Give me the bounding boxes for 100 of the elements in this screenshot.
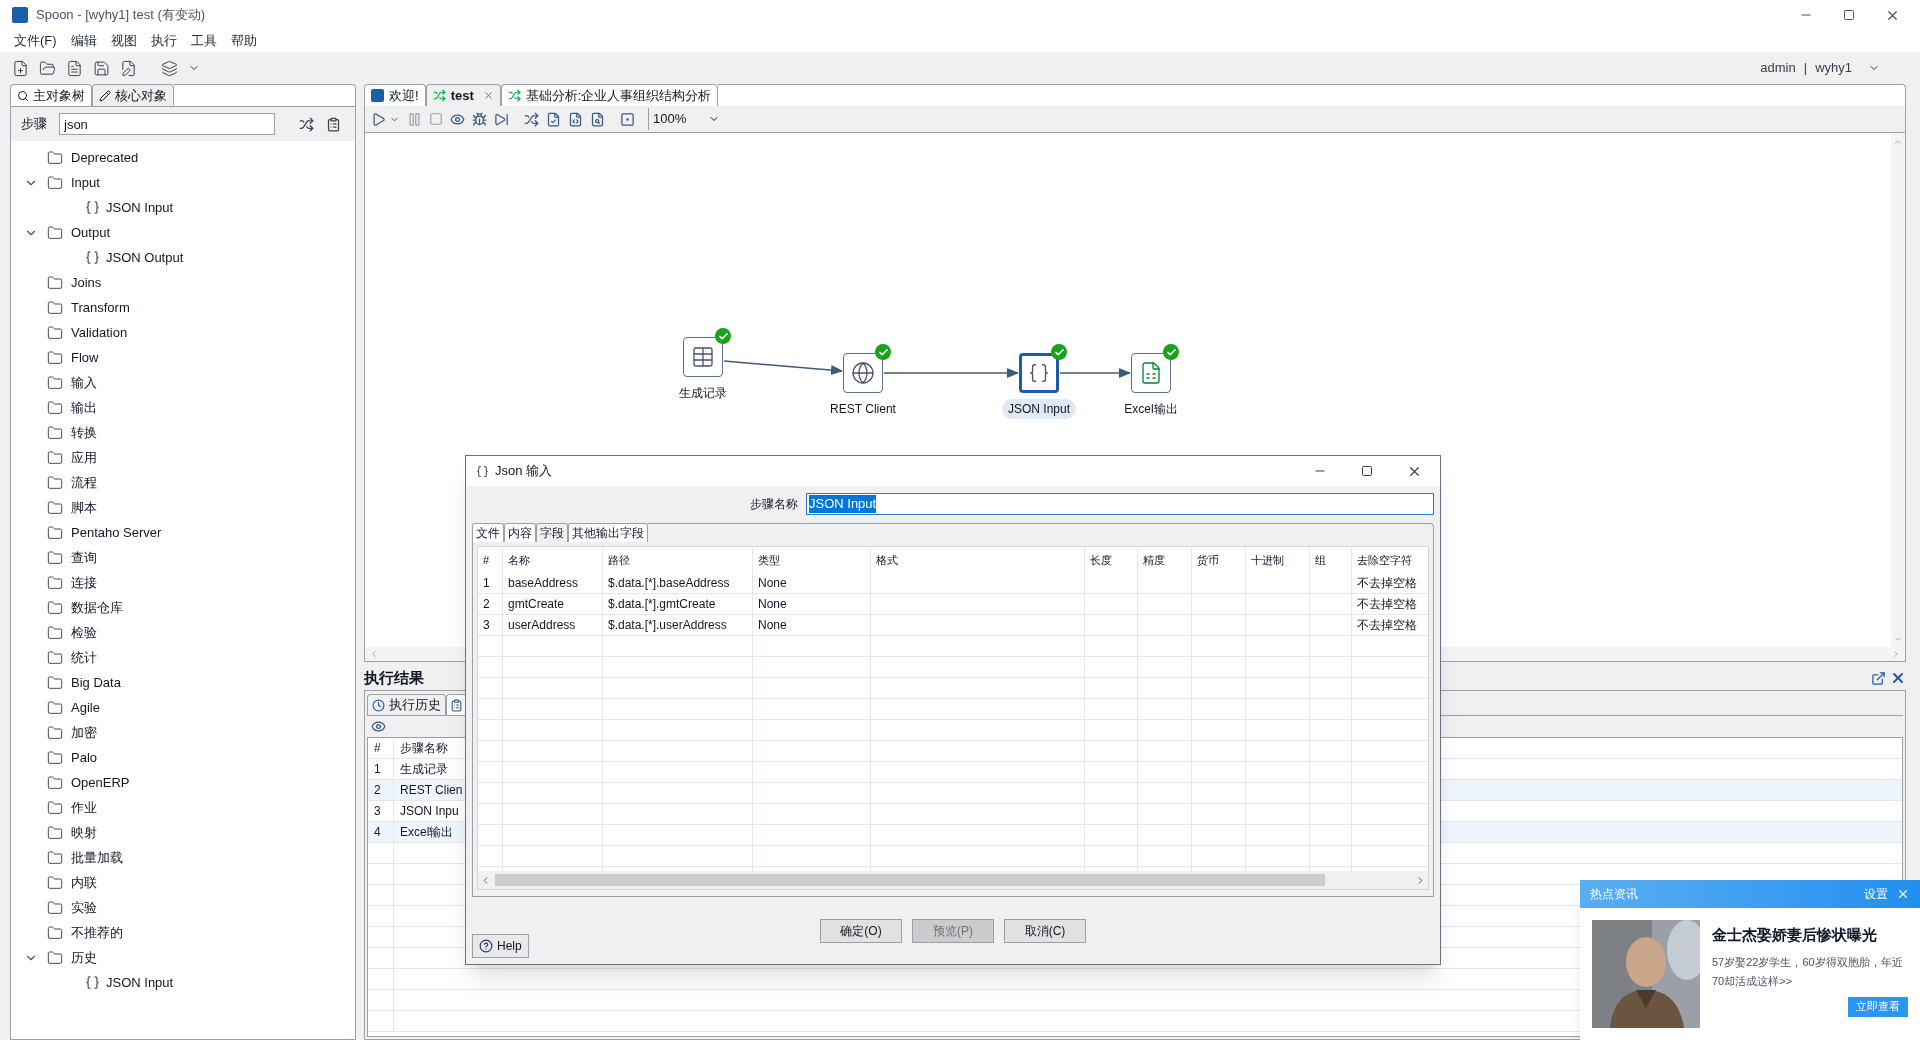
tree-item[interactable]: 作业 [71,797,97,818]
tree-item[interactable]: 连接 [71,572,97,593]
tree-item[interactable]: Output [71,222,111,243]
explore-db-icon[interactable] [590,111,605,127]
menu-item[interactable]: 帮助 [230,31,257,51]
dialog-button[interactable]: 确定(O) [820,918,902,943]
dialog-button[interactable]: 取消(C) [1004,918,1086,943]
scrollbar-thumb[interactable] [495,874,1325,886]
tree-item[interactable]: 历史 [71,947,97,968]
layers-icon[interactable] [161,59,178,77]
step-name-field[interactable]: JSON Input [806,493,1434,515]
tree-item[interactable]: 输出 [71,397,97,418]
tree-item[interactable]: 实验 [71,897,97,918]
folder-icon [47,824,63,841]
preview-icon[interactable] [371,719,386,734]
replay-icon[interactable] [494,111,509,127]
step-node[interactable] [1019,353,1059,393]
tree-item[interactable]: JSON Output [106,247,184,268]
maximize-panel-icon[interactable] [1871,670,1886,686]
menu-item[interactable]: 工具 [190,31,217,51]
horizontal-scrollbar[interactable] [478,871,1428,889]
verify-icon[interactable] [524,111,539,127]
globe-icon [851,361,875,385]
expand-tree-icon[interactable] [299,116,314,132]
tree-item[interactable]: 流程 [71,472,97,493]
tree-item[interactable]: 统计 [71,647,97,668]
step-label: Excel输出 [1123,401,1179,418]
impact-icon[interactable] [546,111,561,127]
tree-item[interactable]: Pentaho Server [71,522,162,543]
zoom-dropdown[interactable]: 100% [648,108,724,130]
close-panel-icon[interactable] [1890,670,1906,686]
step-icon [476,464,489,478]
maximize-icon[interactable] [1843,9,1855,21]
tree-item[interactable]: 转换 [71,422,97,443]
editor-tab[interactable]: 基础分析:企业人事组织结构分析 [500,84,719,106]
editor-tab[interactable]: 欢迎! [364,84,426,106]
sql-icon[interactable] [568,111,583,127]
results-tab[interactable] [446,694,467,715]
new-file-icon[interactable] [12,59,29,77]
run-icon[interactable] [371,111,386,127]
tree-item[interactable]: 不推荐的 [71,922,123,943]
tree-item[interactable]: 内联 [71,872,97,893]
maximize-icon[interactable] [1361,465,1373,477]
tree-item[interactable]: 脚本 [71,497,97,518]
editor-tab[interactable]: test [425,84,501,106]
tree-item[interactable]: 数据仓库 [71,597,123,618]
menu-item[interactable]: 文件(F) [14,31,57,51]
column-header: 十进制 [1246,547,1310,573]
search-field[interactable]: json [59,113,275,135]
tree-item[interactable]: 应用 [71,447,97,468]
separator-text: | [1803,59,1808,78]
menu-item[interactable]: 编辑 [70,31,97,51]
debug-icon[interactable] [472,111,487,127]
collapse-tree-icon[interactable] [326,116,341,132]
tree-item[interactable]: 批量加载 [71,847,123,868]
folder-icon [47,274,63,291]
column-header: 去除空字符 [1352,547,1428,573]
menu-item[interactable]: 视图 [110,31,137,51]
tree-item[interactable]: Transform [71,297,130,318]
help-button[interactable]: Help [472,934,529,958]
step-node[interactable] [683,337,723,377]
tree-item[interactable]: Deprecated [71,147,139,168]
tree-item[interactable]: 映射 [71,822,97,843]
save-icon[interactable] [93,59,110,77]
preview-icon[interactable] [450,111,465,127]
headline[interactable]: 金士杰娶娇妻后惨状曝光 [1712,924,1908,947]
dialog-tab[interactable]: 字段 [536,523,568,542]
tree-item[interactable]: 输入 [71,372,97,393]
save-as-icon[interactable] [120,59,137,77]
tree-item[interactable]: 查询 [71,547,97,568]
panel-tab[interactable]: 主对象树 [10,84,92,106]
step-node[interactable] [843,353,883,393]
tree-item[interactable]: JSON Input [106,197,174,218]
tree-item[interactable]: 加密 [71,722,97,743]
tree-item[interactable]: Validation [71,322,128,343]
tree-item[interactable]: Agile [71,697,100,718]
tree-item[interactable]: OpenERP [71,772,130,793]
results-tab[interactable]: 执行历史 [367,694,446,715]
folder-icon [47,574,63,591]
grid-icon[interactable] [620,111,635,127]
panel-tab[interactable]: 核心对象 [92,84,174,106]
tree-item[interactable]: 检验 [71,622,97,643]
tree-item[interactable]: Flow [71,347,99,368]
dialog-tab[interactable]: 内容 [504,523,536,542]
dialog-tab[interactable]: 文件 [472,523,504,542]
tree-item[interactable]: Big Data [71,672,121,693]
app-icon [371,89,384,102]
open-folder-icon[interactable] [39,59,56,77]
explore-icon[interactable] [66,59,83,77]
tree-item[interactable]: Joins [71,272,102,293]
step-node[interactable] [1131,353,1171,393]
braces-icon [1028,362,1050,384]
menu-item[interactable]: 执行 [150,31,177,51]
folder-icon [47,799,63,816]
dialog-tab[interactable]: 其他输出字段 [568,523,648,542]
tree-item[interactable]: Input [71,172,100,193]
close-tab-icon[interactable] [482,90,494,101]
table-cell: 1 [368,759,394,779]
tree-item[interactable]: Palo [71,747,98,768]
tree-item[interactable]: JSON Input [106,972,174,993]
